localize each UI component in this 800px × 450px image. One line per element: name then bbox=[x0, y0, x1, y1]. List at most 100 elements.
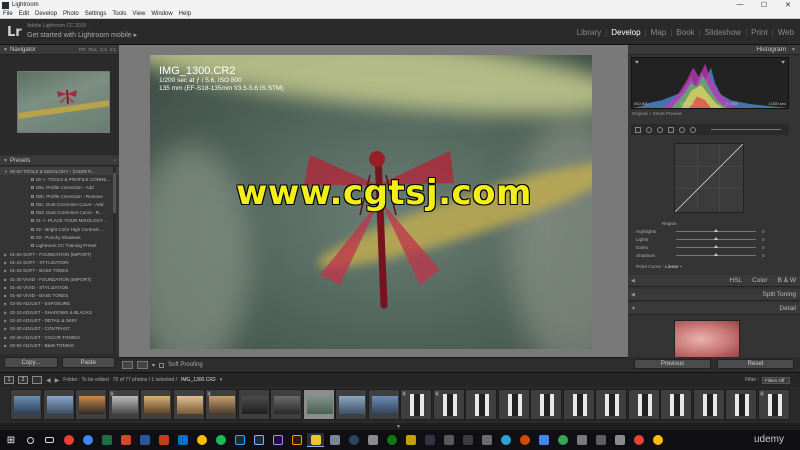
previous-button[interactable]: Previous bbox=[634, 359, 711, 369]
preset-item[interactable]: 03 - Punchy Shadows bbox=[0, 233, 119, 241]
module-web[interactable]: Web bbox=[778, 28, 794, 37]
telegram-icon[interactable] bbox=[497, 433, 514, 447]
chrome-icon[interactable] bbox=[630, 433, 647, 447]
collapse-triangle-icon[interactable]: ▼ bbox=[4, 169, 8, 174]
grid-view-icon[interactable] bbox=[32, 376, 42, 384]
filmstrip-thumbnail[interactable] bbox=[270, 389, 302, 420]
preset-item[interactable]: 00 <- TOOLS & PROFILE CORRE... bbox=[0, 175, 119, 183]
slider-knob-icon[interactable] bbox=[714, 252, 718, 256]
color-tab[interactable]: Color bbox=[752, 277, 768, 284]
preset-folder[interactable]: ▶ 01-40 VIVID - STYLIZATION bbox=[0, 283, 119, 291]
filter-select[interactable]: Filters Off bbox=[762, 376, 790, 384]
menu-help[interactable]: Help bbox=[179, 11, 191, 17]
file-explorer-icon[interactable] bbox=[307, 433, 324, 447]
copy-button[interactable]: Copy... bbox=[4, 357, 58, 368]
highlights-slider[interactable] bbox=[676, 228, 756, 232]
app-icon[interactable] bbox=[592, 433, 609, 447]
zoom-fill[interactable]: FILL bbox=[88, 47, 97, 52]
preset-item[interactable]: 02 - Bright Color High Contrast ... bbox=[0, 225, 119, 233]
page-2-button[interactable]: 2 bbox=[18, 376, 28, 384]
slider-knob-icon[interactable] bbox=[714, 228, 718, 232]
menu-view[interactable]: View bbox=[132, 11, 145, 17]
tone-curve-graph[interactable] bbox=[674, 143, 744, 213]
filmstrip-thumbnail[interactable] bbox=[172, 389, 205, 420]
powerpoint-icon[interactable] bbox=[155, 433, 172, 447]
preset-item[interactable]: 00c. Dust Correction Curve - Add bbox=[0, 200, 119, 208]
app-icon[interactable] bbox=[611, 433, 628, 447]
app-icon[interactable] bbox=[364, 433, 381, 447]
filmstrip-thumbnail[interactable] bbox=[10, 389, 42, 420]
loupe-view-button[interactable] bbox=[122, 361, 133, 369]
chrome-icon[interactable] bbox=[649, 433, 666, 447]
hsl-tab[interactable]: HSL bbox=[729, 277, 742, 284]
shadows-row[interactable]: Shadows 0 bbox=[628, 251, 800, 259]
slider-knob-icon[interactable] bbox=[714, 236, 718, 240]
ps-icon[interactable] bbox=[231, 433, 248, 447]
filmstrip-thumbnail[interactable] bbox=[237, 389, 270, 420]
filmstrip-thumbnail[interactable] bbox=[335, 389, 367, 420]
preset-item[interactable]: 00b. Profile Correction - Remove bbox=[0, 192, 119, 200]
preset-folder[interactable]: ▶ 02-20 ADJUST - DETAIL & SKIN bbox=[0, 316, 119, 324]
chrome-icon[interactable] bbox=[79, 433, 96, 447]
hsl-section-header[interactable]: ◀ HSL Color B & W bbox=[628, 275, 800, 287]
windows-start-icon[interactable]: ⊞ bbox=[0, 430, 22, 450]
histogram-header[interactable]: Histogram ▼ bbox=[628, 45, 800, 55]
reset-button[interactable]: Reset bbox=[717, 359, 794, 369]
filmstrip-thumbnail[interactable] bbox=[302, 389, 335, 420]
preset-folder[interactable]: ▶ 01-10 SOFT - STYLIZATION bbox=[0, 258, 119, 266]
xbox-icon[interactable] bbox=[383, 433, 400, 447]
graduated-filter-icon[interactable] bbox=[668, 126, 674, 133]
menu-develop[interactable]: Develop bbox=[35, 11, 57, 17]
preset-item[interactable]: 00a. Profile Correction - Add bbox=[0, 184, 119, 192]
module-develop[interactable]: Develop bbox=[611, 28, 640, 37]
filmstrip-thumbnail[interactable] bbox=[595, 389, 627, 420]
preset-folder[interactable]: ▶ 01-00 SOFT - FOUNDATION (IMPORT) bbox=[0, 250, 119, 258]
preset-folder[interactable]: ▶ 01-20 SOFT - BASE TONES bbox=[0, 267, 119, 275]
preset-folder[interactable]: ▼ 00-00 TOOLS & MIXOLOGY - (USER R... bbox=[0, 167, 119, 176]
forward-arrow-icon[interactable]: ▶ bbox=[55, 377, 60, 384]
radial-filter-icon[interactable] bbox=[679, 126, 685, 133]
filmstrip-thumbnail[interactable] bbox=[692, 389, 725, 420]
menu-edit[interactable]: Edit bbox=[19, 11, 29, 17]
red-eye-icon[interactable] bbox=[657, 126, 663, 133]
point-curve-select[interactable]: Linear ÷ bbox=[665, 265, 682, 270]
filmstrip-thumbnail[interactable] bbox=[75, 389, 107, 420]
search-icon[interactable] bbox=[22, 433, 39, 447]
preset-item[interactable]: 01 <- PLACE YOUR MIXOLOGY ... bbox=[0, 217, 119, 225]
filmstrip-thumbnail[interactable] bbox=[465, 389, 497, 420]
paste-button[interactable]: Paste bbox=[61, 357, 115, 368]
module-library[interactable]: Library bbox=[577, 28, 601, 37]
filmstrip-thumbnail[interactable]: 2 bbox=[205, 389, 237, 420]
folder-source[interactable]: Folder : To be edited bbox=[63, 377, 109, 383]
expand-triangle-icon[interactable]: ▶ bbox=[4, 277, 7, 282]
excel-icon[interactable] bbox=[98, 433, 115, 447]
app-icon[interactable] bbox=[478, 433, 495, 447]
page-1-button[interactable]: 1 bbox=[4, 376, 14, 384]
spotify-icon[interactable] bbox=[212, 433, 229, 447]
app-icon[interactable] bbox=[326, 433, 343, 447]
app-icon[interactable] bbox=[440, 433, 457, 447]
filmstrip-thumbnail[interactable] bbox=[140, 389, 172, 420]
lightroom-mobile-link[interactable]: Get started with Lightroom mobile ▸ bbox=[27, 31, 137, 39]
steam-icon[interactable] bbox=[345, 433, 362, 447]
compare-view-button[interactable] bbox=[137, 361, 148, 369]
preset-item[interactable]: Lightroom CC Training Preset bbox=[0, 242, 119, 250]
highlights-row[interactable]: Highlights 0 bbox=[628, 227, 800, 235]
filmstrip-thumbnail[interactable] bbox=[497, 389, 530, 420]
lights-slider[interactable] bbox=[676, 236, 756, 240]
app-icon[interactable] bbox=[573, 433, 590, 447]
app-icon[interactable] bbox=[516, 433, 533, 447]
premiere-icon[interactable] bbox=[269, 433, 286, 447]
soft-proofing-checkbox[interactable] bbox=[159, 362, 165, 368]
task-view-icon[interactable] bbox=[41, 433, 58, 447]
minimize-button[interactable]: — bbox=[728, 1, 752, 9]
adjustment-brush-icon[interactable] bbox=[690, 126, 696, 133]
preset-folder[interactable]: ▶ 02-30 ADJUST - CONTRAST bbox=[0, 325, 119, 333]
zoom-fit[interactable]: FIT bbox=[79, 47, 86, 52]
presets-header[interactable]: ▼ Presets + bbox=[0, 156, 119, 166]
chrome-icon[interactable] bbox=[554, 433, 571, 447]
filmstrip-thumbnail[interactable]: 3 bbox=[432, 389, 465, 420]
expand-triangle-icon[interactable]: ▶ bbox=[4, 326, 7, 331]
preset-folder[interactable]: ▶ 02-40 ADJUST - COLOR TONING bbox=[0, 333, 119, 341]
menu-photo[interactable]: Photo bbox=[63, 11, 79, 17]
